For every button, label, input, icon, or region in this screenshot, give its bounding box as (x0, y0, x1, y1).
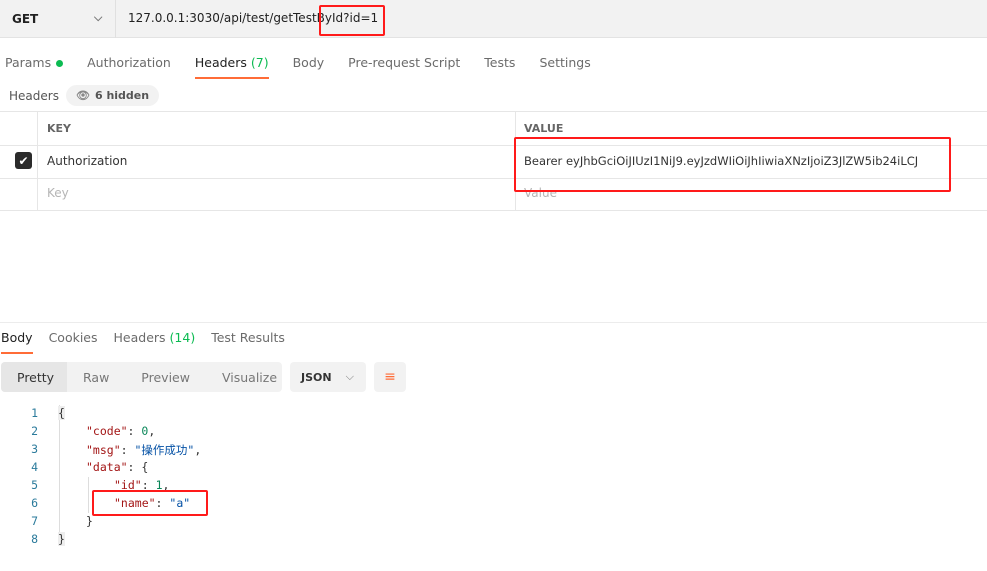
tab-label: Headers (113, 330, 166, 345)
hidden-label: 6 hidden (94, 89, 150, 102)
chevron-down-icon: ⌵ (94, 11, 103, 24)
row-checkbox[interactable]: ✔ (15, 152, 32, 169)
tab-body[interactable]: Body (293, 55, 325, 79)
tab-settings[interactable]: Settings (539, 55, 590, 79)
json-brace: } (58, 532, 65, 546)
view-preview[interactable]: Preview (125, 362, 206, 392)
value-column-header: VALUE (524, 122, 564, 135)
tab-authorization[interactable]: Authorization (87, 55, 171, 79)
json-value: "操作成功" (134, 443, 195, 457)
hidden-headers-toggle[interactable]: 👁 6 hidden (66, 85, 160, 106)
line-number: 5 (31, 478, 38, 492)
view-pretty[interactable]: Pretty (1, 362, 67, 392)
divider (0, 111, 987, 112)
format-label: JSON (301, 370, 332, 384)
highlight-box (319, 5, 385, 36)
json-line-code: "code": 0, (86, 424, 156, 438)
tab-params[interactable]: Params (5, 55, 64, 79)
highlight-box (514, 137, 951, 192)
json-key: "data" (86, 460, 128, 474)
tab-tests[interactable]: Tests (484, 55, 515, 79)
view-raw[interactable]: Raw (67, 362, 125, 392)
line-number: 3 (31, 442, 38, 456)
header-key-cell[interactable]: Authorization (47, 154, 127, 168)
response-body-editor[interactable]: 1 2 3 4 5 6 7 8 { "code": 0, "msg": "操作成… (0, 405, 420, 555)
format-select[interactable]: JSON ⌵ (290, 362, 366, 392)
json-line-msg: "msg": "操作成功", (86, 443, 202, 457)
divider (0, 210, 987, 211)
chevron-down-icon: ⌵ (345, 370, 354, 383)
line-number: 6 (31, 496, 38, 510)
wrap-lines-icon[interactable]: ≡ (374, 362, 406, 392)
method-select[interactable]: GET ⌵ (0, 0, 116, 38)
params-dot-icon (56, 60, 64, 67)
json-brace: } (86, 514, 93, 528)
headers-count: (14) (169, 330, 196, 345)
key-column-header: KEY (47, 122, 72, 135)
tab-headers[interactable]: Headers (7) (194, 55, 269, 79)
json-brace: { (58, 406, 65, 420)
tab-label: Params (5, 55, 52, 70)
request-tabs: Params Authorization Headers (7) Body Pr… (5, 55, 615, 79)
headers-label: Headers (9, 89, 59, 103)
divider (37, 111, 38, 210)
line-number: 8 (31, 532, 38, 546)
tab-cookies[interactable]: Cookies (49, 330, 98, 354)
method-label: GET (12, 12, 39, 26)
indent-guide (88, 477, 89, 513)
response-tabs: Body Cookies Headers (14) Test Results (1, 330, 301, 354)
line-number: 2 (31, 424, 38, 438)
line-number: 1 (31, 406, 38, 420)
headers-count: (7) (250, 55, 269, 70)
highlight-box (92, 490, 208, 516)
eye-icon: 👁 (76, 89, 90, 102)
json-key: "code" (86, 424, 128, 438)
view-mode-selector: Pretty Raw Preview Visualize (1, 362, 282, 392)
indent-guide (59, 405, 60, 541)
pane-divider[interactable] (0, 322, 987, 323)
line-number: 7 (31, 514, 38, 528)
url-bar: GET ⌵ 127.0.0.1:3030/api/test/getTestById… (0, 0, 987, 38)
line-number: 4 (31, 460, 38, 474)
tab-response-headers[interactable]: Headers (14) (114, 330, 196, 354)
tab-label: Headers (194, 55, 247, 70)
key-input[interactable]: Key (47, 186, 69, 200)
view-visualize[interactable]: Visualize (206, 362, 293, 392)
tab-pre-request-script[interactable]: Pre-request Script (348, 55, 460, 79)
json-key: "msg" (86, 443, 121, 457)
tab-response-body[interactable]: Body (1, 330, 33, 354)
json-line-data: "data": { (86, 460, 149, 474)
tab-test-results[interactable]: Test Results (211, 330, 285, 354)
